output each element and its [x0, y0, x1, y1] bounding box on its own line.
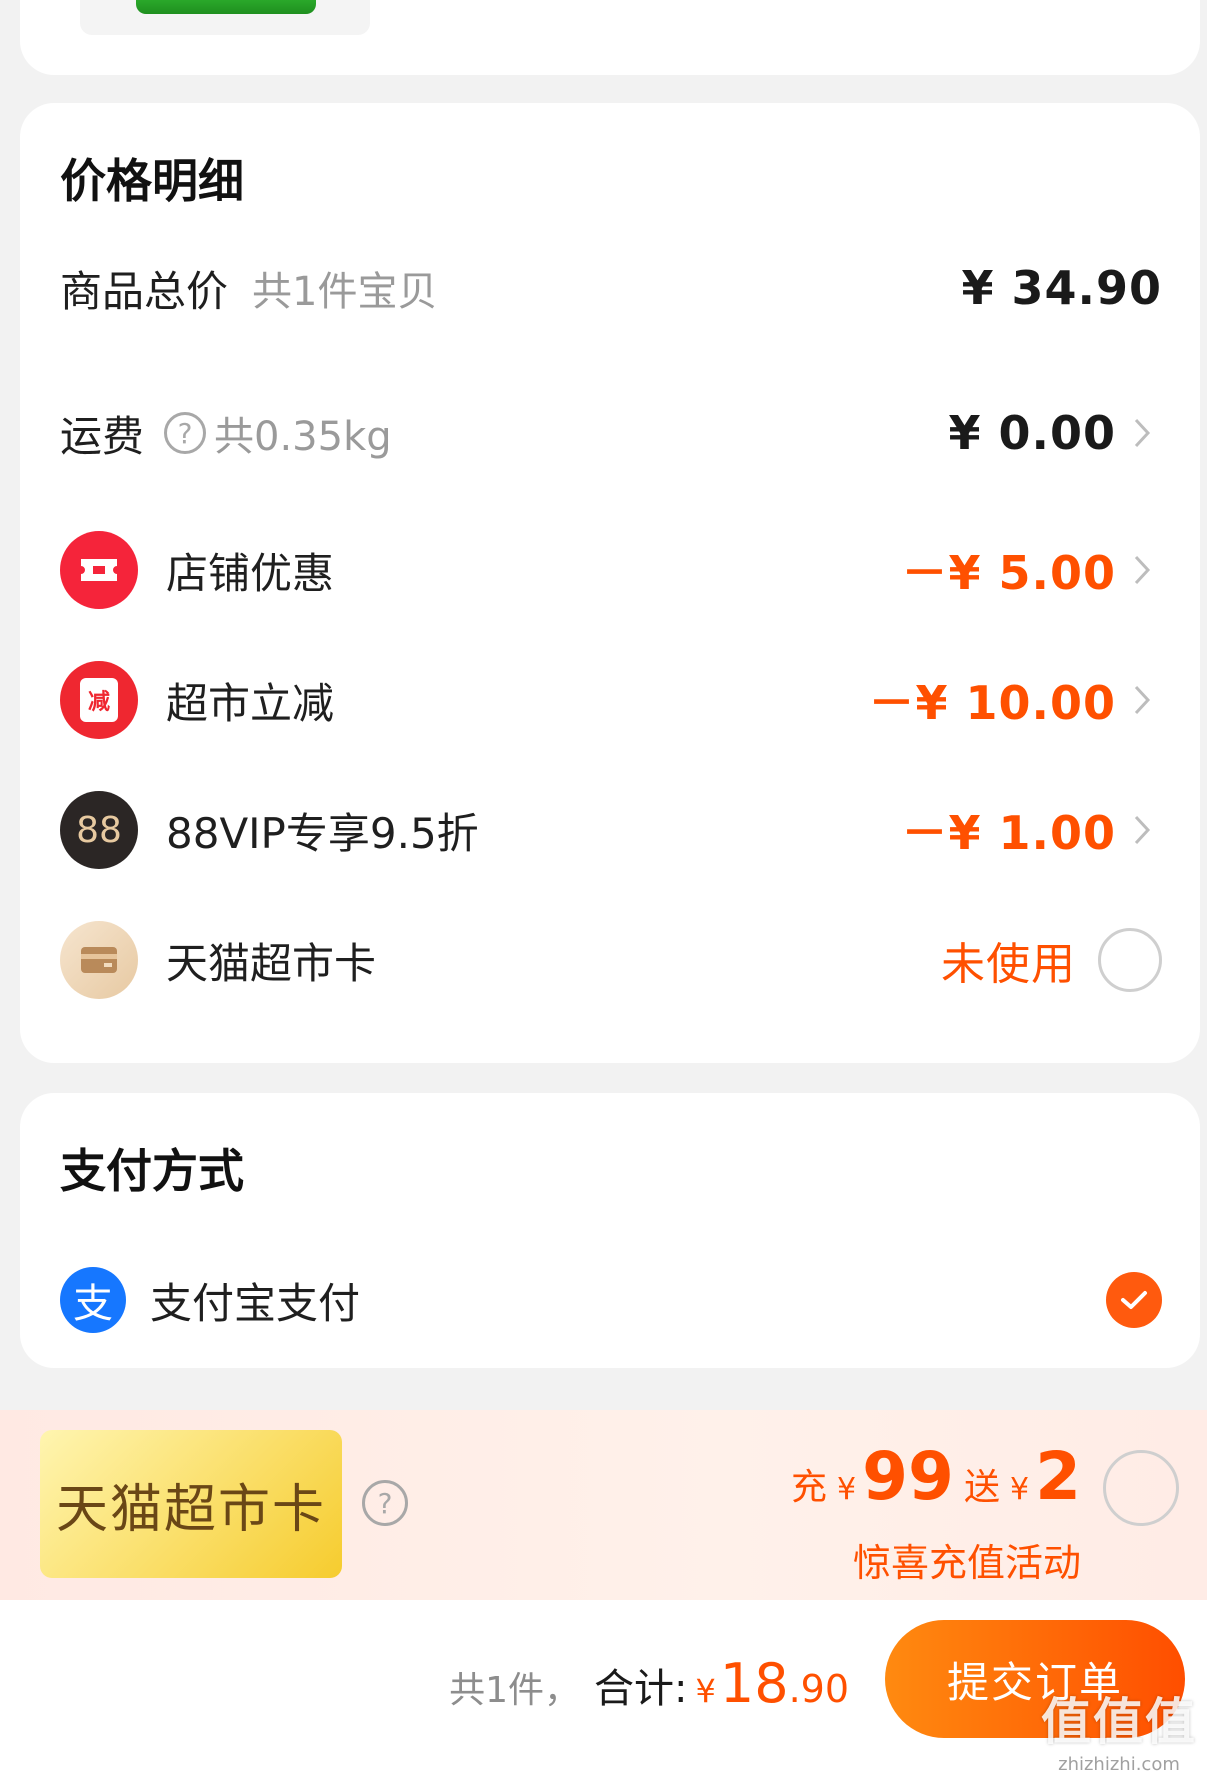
chevron-right-icon	[1122, 417, 1162, 449]
supermarket-card-row[interactable]: 天猫超市卡 未使用	[60, 915, 1162, 1005]
payment-card: 支付方式 支 支付宝支付	[20, 1093, 1200, 1368]
chevron-right-icon	[1122, 554, 1162, 586]
discount-label: 超市立减	[166, 678, 335, 728]
discount-amount: －¥ 10.00	[868, 676, 1116, 730]
recharge-promo: 天猫超市卡 ? 充 ¥ 99 送 ¥ 2 惊喜充值活动	[0, 1410, 1207, 1600]
reduce-icon: 减	[60, 661, 138, 739]
recharge-offer: 充 ¥ 99 送 ¥ 2	[790, 1438, 1081, 1515]
gift-amount: 2	[1035, 1438, 1081, 1515]
total-amount: 18	[719, 1652, 789, 1715]
help-icon[interactable]: ?	[362, 1480, 408, 1526]
discount-amount: －¥ 5.00	[901, 546, 1116, 600]
price-details-card: 价格明细 商品总价 共1件宝贝 ¥ 34.90 运费 ? 共0.35kg ¥ 0…	[20, 103, 1200, 1063]
card-icon	[60, 921, 138, 999]
promo-radio[interactable]	[1103, 1450, 1179, 1526]
total-label: 合计:	[594, 1666, 688, 1712]
payment-method-label: 支付宝支付	[150, 1278, 361, 1328]
goods-count: 共1件宝贝	[252, 269, 438, 315]
discount-row-supermarket[interactable]: 减 超市立减 －¥ 10.00	[60, 655, 1162, 745]
price-details-title: 价格明细	[60, 154, 244, 208]
payment-method-row[interactable]: 支 支付宝支付	[60, 1255, 1162, 1345]
product-thumbnail	[80, 0, 370, 35]
check-icon[interactable]	[1106, 1272, 1162, 1328]
goods-total-label: 商品总价	[60, 266, 229, 316]
alipay-icon: 支	[60, 1267, 126, 1333]
recharge-amount: 99	[862, 1438, 954, 1515]
vip88-icon: 88	[60, 791, 138, 869]
card-status: 未使用	[941, 939, 1076, 990]
item-count: 共1件，	[449, 1670, 580, 1711]
supermarket-card-label: 天猫超市卡	[166, 938, 377, 988]
bottom-bar: 共1件， 合计: ¥ 18 .90 提交订单 值值值 zhizhizhi.com	[0, 1600, 1207, 1783]
discount-label: 88VIP专享9.5折	[166, 808, 479, 858]
goods-total-row: 商品总价 共1件宝贝 ¥ 34.90	[60, 243, 1162, 333]
product-card	[20, 0, 1200, 75]
supermarket-card-badge: 天猫超市卡	[40, 1430, 342, 1578]
payment-title: 支付方式	[60, 1144, 244, 1198]
promo-subtitle: 惊喜充值活动	[852, 1541, 1081, 1585]
discount-amount: －¥ 1.00	[901, 806, 1116, 860]
discount-row-vip[interactable]: 88 88VIP专享9.5折 －¥ 1.00	[60, 785, 1162, 875]
chevron-right-icon	[1122, 684, 1162, 716]
goods-total-amount: ¥ 34.90	[961, 261, 1162, 315]
shipping-label: 运费	[60, 411, 145, 461]
watermark: 值值值 zhizhizhi.com	[1041, 1693, 1197, 1775]
card-radio[interactable]	[1098, 928, 1162, 992]
discount-label: 店铺优惠	[166, 548, 335, 598]
shipping-row[interactable]: 运费 ? 共0.35kg ¥ 0.00	[60, 388, 1162, 478]
help-icon[interactable]: ?	[164, 412, 207, 454]
shipping-weight: 共0.35kg	[214, 414, 392, 460]
order-summary: 共1件， 合计: ¥ 18 .90	[449, 1652, 849, 1715]
shipping-amount: ¥ 0.00	[948, 406, 1116, 460]
chevron-right-icon	[1122, 814, 1162, 846]
ticket-icon	[60, 531, 138, 609]
discount-row-shop[interactable]: 店铺优惠 －¥ 5.00	[60, 525, 1162, 615]
